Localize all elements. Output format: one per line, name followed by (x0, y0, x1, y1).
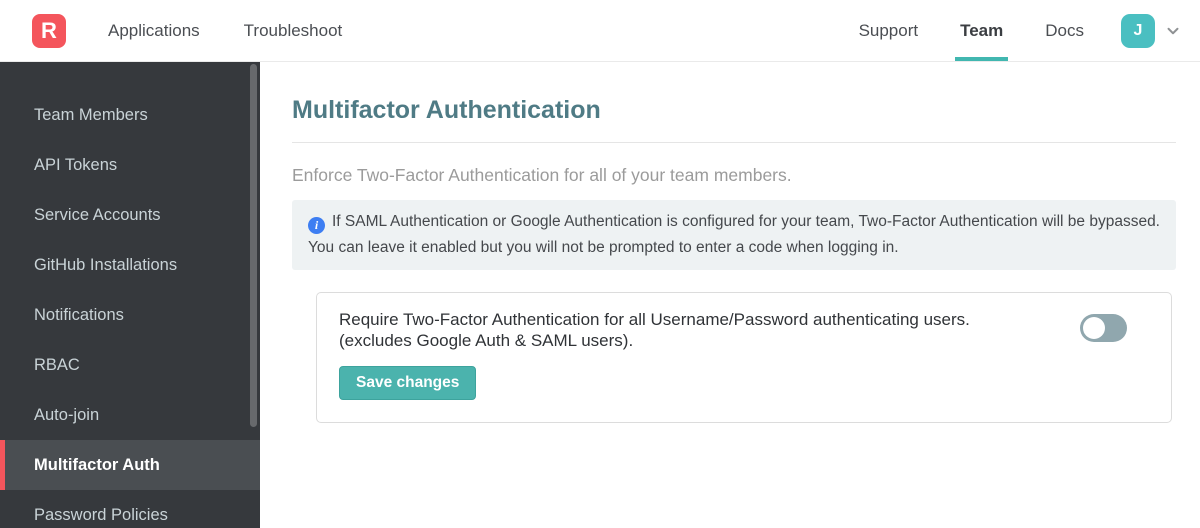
sidebar-item-rbac[interactable]: RBAC (0, 340, 260, 390)
page-description: Enforce Two-Factor Authentication for al… (292, 165, 792, 185)
sidebar-item-multifactor-auth[interactable]: Multifactor Auth (0, 440, 260, 490)
chevron-down-icon[interactable] (1164, 22, 1182, 40)
app-window: R Applications Troubleshoot Support Team… (0, 0, 1200, 528)
rollbar-logo[interactable]: R (32, 13, 66, 48)
info-callout: i If SAML Authentication or Google Authen… (292, 200, 1176, 270)
sidebar-item-api-tokens[interactable]: API Tokens (0, 140, 260, 190)
sidebar-list: Team Members API Tokens Service Accounts… (0, 62, 260, 528)
page-title: Multifactor Authentication (292, 96, 601, 124)
secondary-nav: Support Team Docs J (838, 0, 1200, 61)
top-nav-bar: R Applications Troubleshoot Support Team… (0, 0, 1200, 62)
sidebar-item-github-installations[interactable]: GitHub Installations (0, 240, 260, 290)
avatar[interactable]: J (1121, 13, 1155, 48)
sidebar-item-team-members[interactable]: Team Members (0, 90, 260, 140)
nav-item-applications[interactable]: Applications (108, 21, 200, 41)
setting-label: Require Two-Factor Authentication for al… (339, 309, 1060, 400)
save-changes-button[interactable]: Save changes (339, 366, 477, 400)
nav-item-troubleshoot[interactable]: Troubleshoot (244, 21, 343, 41)
info-callout-text: If SAML Authentication or Google Authent… (308, 213, 1160, 256)
sidebar-item-auto-join[interactable]: Auto-join (0, 390, 260, 440)
two-factor-toggle[interactable] (1080, 314, 1127, 342)
sidebar-item-password-policies[interactable]: Password Policies (0, 490, 260, 528)
setting-label-line1: Require Two-Factor Authentication for al… (339, 310, 970, 329)
two-factor-setting-card: Require Two-Factor Authentication for al… (316, 292, 1172, 423)
sidebar-item-notifications[interactable]: Notifications (0, 290, 260, 340)
setting-label-line2: (excludes Google Auth & SAML users). (339, 331, 634, 350)
sidebar-item-service-accounts[interactable]: Service Accounts (0, 190, 260, 240)
settings-sidebar: Team Members API Tokens Service Accounts… (0, 62, 260, 528)
toggle-knob (1083, 317, 1105, 339)
primary-nav: Applications Troubleshoot (108, 21, 342, 41)
title-divider (292, 142, 1176, 143)
nav-item-team[interactable]: Team (939, 0, 1024, 61)
user-menu[interactable]: J (1121, 0, 1200, 61)
info-icon: i (308, 216, 325, 234)
sidebar-scrollbar[interactable] (250, 64, 257, 427)
nav-item-docs[interactable]: Docs (1024, 0, 1105, 61)
main-content: Multifactor Authentication Enforce Two-F… (260, 62, 1200, 528)
nav-item-support[interactable]: Support (838, 0, 940, 61)
